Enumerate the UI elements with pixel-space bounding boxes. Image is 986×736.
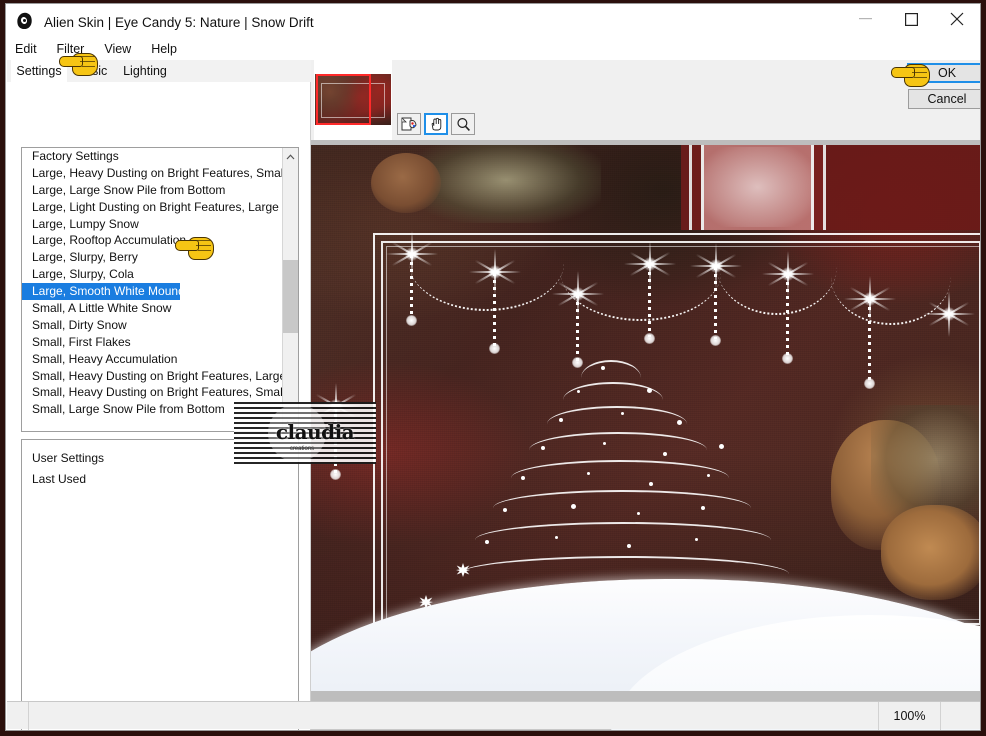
title-bar: Alien Skin | Eye Candy 5: Nature | Snow … <box>6 4 980 40</box>
bead-drop <box>644 333 655 344</box>
menu-bar: Edit Filter View Help <box>6 38 980 60</box>
list-item[interactable]: Small, Heavy Dusting on Bright Features,… <box>22 368 284 385</box>
hand-pan-icon[interactable] <box>424 113 448 135</box>
window-controls <box>842 4 980 40</box>
ok-button[interactable]: OK <box>907 63 980 83</box>
window-title: Alien Skin | Eye Candy 5: Nature | Snow … <box>44 14 314 30</box>
status-zoom-level: 100% <box>879 701 941 730</box>
tab-strip: Settings Basic Lighting <box>7 60 311 83</box>
preview-toolbar <box>397 113 475 135</box>
zoom-magnifier-icon[interactable] <box>451 113 475 135</box>
navigator-thumbnail[interactable] <box>314 60 392 140</box>
bead-strand <box>493 273 496 347</box>
list-item[interactable]: Small, Dirty Snow <box>22 317 284 334</box>
list-item[interactable]: Large, Light Dusting on Bright Features,… <box>22 199 284 216</box>
teddy-bear-top <box>371 153 441 213</box>
status-cell-message <box>29 701 879 730</box>
list-item[interactable]: Small, Heavy Accumulation <box>22 351 284 368</box>
list-item[interactable]: Large, Lumpy Snow <box>22 216 284 233</box>
list-item[interactable]: Large, Rooftop Accumulation <box>22 232 284 249</box>
navigator-strip: OK Cancel <box>311 60 980 140</box>
list-item[interactable]: Large, Slurpy, Cola <box>22 266 284 283</box>
bead-drop <box>864 378 875 389</box>
list-item[interactable]: Small, Heavy Dusting on Bright Features,… <box>22 384 284 401</box>
list-item[interactable]: Large, Heavy Dusting on Bright Features,… <box>22 165 284 182</box>
canvas-bottom-strip <box>311 691 980 701</box>
bead-strand <box>334 407 337 473</box>
application-window: Alien Skin | Eye Candy 5: Nature | Snow … <box>0 0 986 736</box>
minimize-icon[interactable] <box>842 4 888 34</box>
factory-settings-listbox[interactable]: Factory Settings Large, Heavy Dusting on… <box>21 147 299 432</box>
bead-drop <box>572 357 583 368</box>
status-cell-left <box>7 701 29 730</box>
menu-item-help[interactable]: Help <box>151 42 177 56</box>
status-bar: 100% <box>7 701 980 730</box>
preview-compare-icon[interactable] <box>397 113 421 135</box>
plaid-highlight <box>704 147 811 227</box>
bead-drop <box>330 469 341 480</box>
menu-item-edit[interactable]: Edit <box>15 42 37 56</box>
user-settings-header: User Settings <box>32 451 105 465</box>
maximize-icon[interactable] <box>888 4 934 34</box>
bead-strand <box>648 265 651 337</box>
user-settings-listbox[interactable]: User Settings Last Used <box>21 439 299 730</box>
plugin-dialog: Alien Skin | Eye Candy 5: Nature | Snow … <box>5 3 981 731</box>
left-settings-panel: Settings Basic Lighting Factory Settings… <box>7 60 311 730</box>
bead-drop <box>710 335 721 346</box>
list-item[interactable]: Large, Slurpy, Berry <box>22 249 284 266</box>
tab-settings[interactable]: Settings <box>11 60 67 82</box>
factory-settings-items: Factory Settings Large, Heavy Dusting on… <box>22 148 284 431</box>
preview-canvas[interactable] <box>311 140 980 730</box>
list-item-selected[interactable]: Large, Smooth White Mound <box>22 283 180 301</box>
bead-drop <box>406 315 417 326</box>
bead-strand <box>714 267 717 339</box>
list-group-header: Factory Settings <box>32 149 119 163</box>
list-item[interactable]: Small, First Flakes <box>22 334 284 351</box>
bead-drop <box>782 353 793 364</box>
cancel-button[interactable]: Cancel <box>908 89 980 109</box>
alien-skin-logo-icon <box>14 11 36 33</box>
listbox-scrollbar[interactable] <box>282 148 298 431</box>
list-item[interactable]: Small, A Little White Snow <box>22 300 284 317</box>
star-sparkle <box>311 382 362 429</box>
tab-basic[interactable]: Basic <box>67 60 117 82</box>
bead-strand <box>786 275 789 357</box>
bead-drop <box>489 343 500 354</box>
bead-strand <box>868 300 871 382</box>
menu-item-filter[interactable]: Filter <box>57 42 85 56</box>
close-icon[interactable] <box>934 4 980 34</box>
list-item[interactable]: Large, Large Snow Pile from Bottom <box>22 182 284 199</box>
chevron-up-icon[interactable] <box>283 148 298 165</box>
list-item[interactable]: Last Used <box>22 469 298 490</box>
tab-lighting[interactable]: Lighting <box>117 60 173 82</box>
list-item[interactable]: Small, Large Snow Pile from Bottom <box>22 401 284 418</box>
menu-item-view[interactable]: View <box>104 42 131 56</box>
preview-panel: OK Cancel <box>311 60 980 730</box>
bead-strand <box>410 255 413 317</box>
settings-panel-body: Factory Settings Large, Heavy Dusting on… <box>7 82 311 730</box>
preview-image <box>311 145 980 730</box>
bead-strand <box>576 295 579 361</box>
scrollbar-thumb[interactable] <box>283 260 298 333</box>
navigator-selection-rect[interactable] <box>316 74 371 125</box>
status-cell-right <box>941 702 980 730</box>
chevron-down-icon[interactable] <box>283 414 298 431</box>
